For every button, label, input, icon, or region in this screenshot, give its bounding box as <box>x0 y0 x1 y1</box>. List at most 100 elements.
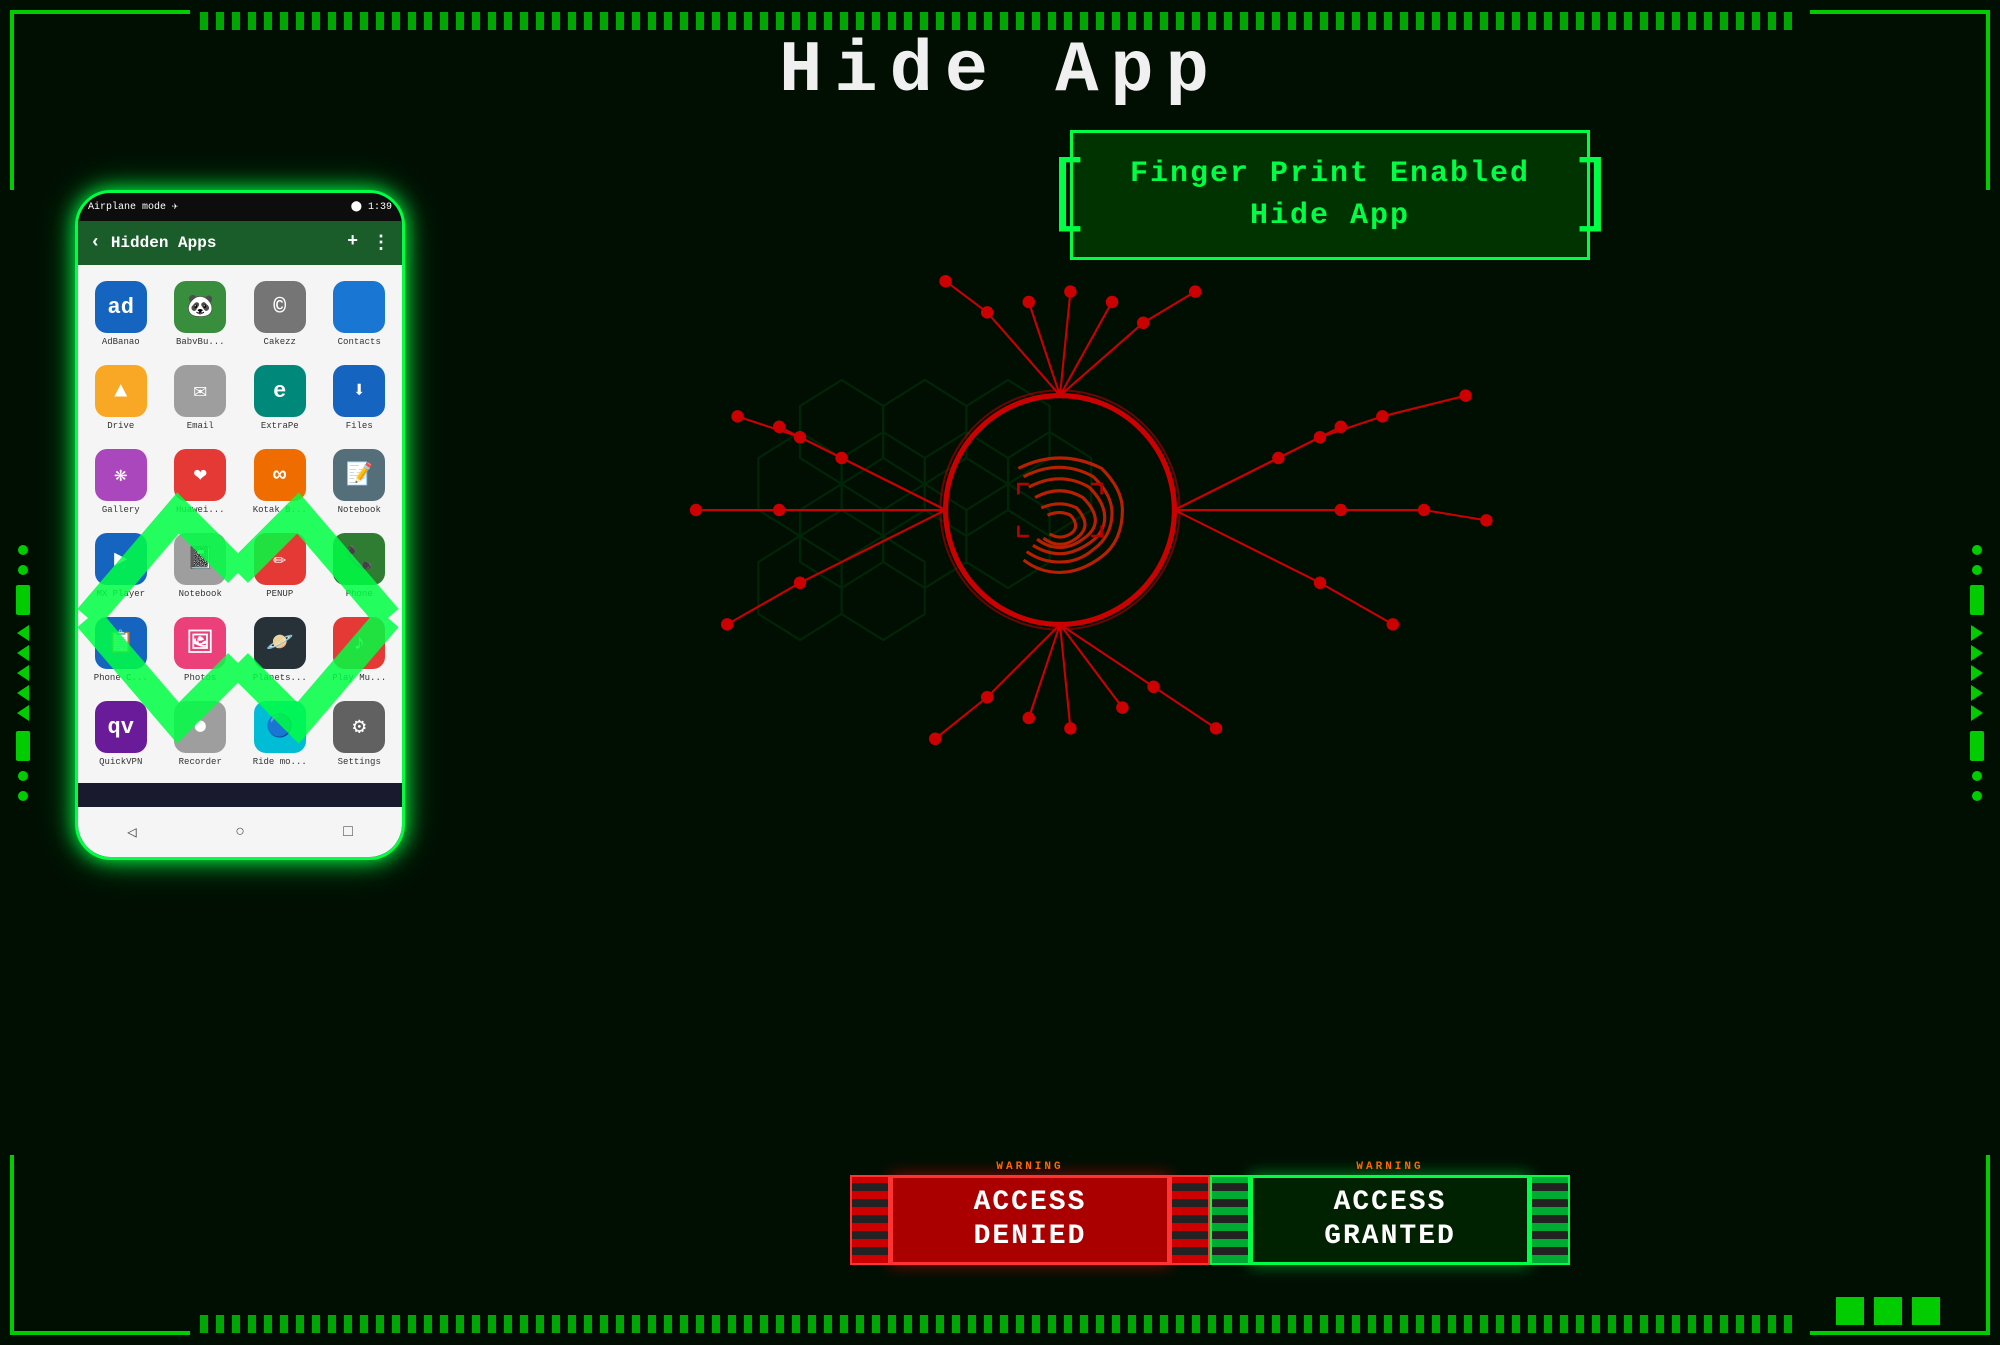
bottom-square-1 <box>1836 1297 1864 1325</box>
app-item[interactable]: 📞 Phone <box>321 525 399 607</box>
app-item[interactable]: ▲ Drive <box>82 357 160 439</box>
access-denied-text: ACCESS DENIED <box>974 1186 1087 1253</box>
app-grid: ad AdBanao 🐼 BabvBu... ©Cakezz 👤 Contacts ▲ Driv… <box>78 265 402 783</box>
app-item[interactable]: 🖼 Photos <box>162 609 240 691</box>
app-item[interactable]: 📓Notebook <box>162 525 240 607</box>
app-header-title: Hidden Apps <box>111 234 337 252</box>
top-strip-decoration <box>200 12 1800 30</box>
app-item[interactable]: 📝 Notebook <box>321 441 399 523</box>
app-icon: 🖼 <box>174 617 226 669</box>
app-icon: ✏ <box>254 533 306 585</box>
app-icon: 📋 <box>95 617 147 669</box>
app-label: Phone C... <box>94 673 148 683</box>
app-icon: 🔵 <box>254 701 306 753</box>
app-icon: ✉ <box>174 365 226 417</box>
app-label: Planets... <box>253 673 307 683</box>
app-label: Huawei... <box>176 505 225 515</box>
app-label: MX Player <box>96 589 145 599</box>
app-icon: ❤ <box>174 449 226 501</box>
access-granted-text: ACCESS GRANTED <box>1324 1186 1456 1253</box>
app-icon: © <box>254 281 306 333</box>
app-item[interactable]: ad AdBanao <box>82 273 160 355</box>
app-item[interactable]: 🔵 Ride mo... <box>241 693 319 775</box>
app-icon: e <box>254 365 306 417</box>
app-item[interactable]: ⬇ Files <box>321 357 399 439</box>
app-label: QuickVPN <box>99 757 142 767</box>
phone-mockup: Airplane mode ✈ ⬤ 1:39 ‹ Hidden Apps + ⋮… <box>60 140 420 1240</box>
app-item[interactable]: ♪ Play Mu... <box>321 609 399 691</box>
app-label: Play Mu... <box>332 673 386 683</box>
add-button[interactable]: + <box>347 232 358 254</box>
bottom-strip-decoration <box>200 1315 1800 1333</box>
app-icon: ad <box>95 281 147 333</box>
app-item[interactable]: ⏺ Recorder <box>162 693 240 775</box>
app-label: PENUP <box>266 589 293 599</box>
phone-screen-container: Airplane mode ✈ ⬤ 1:39 ‹ Hidden Apps + ⋮… <box>75 190 405 860</box>
app-label: Phone <box>346 589 373 599</box>
app-label: Recorder <box>179 757 222 767</box>
app-label: Contacts <box>338 337 381 347</box>
app-icon: ⬇ <box>333 365 385 417</box>
app-icon: ∞ <box>254 449 306 501</box>
app-label: Notebook <box>179 589 222 599</box>
app-item[interactable]: eExtraPe <box>241 357 319 439</box>
phone-screen: Airplane mode ✈ ⬤ 1:39 ‹ Hidden Apps + ⋮… <box>78 193 402 857</box>
app-icon: qv <box>95 701 147 753</box>
home-nav-button[interactable]: ○ <box>228 820 252 844</box>
access-denied-panel: WARNING ACCESS DENIED <box>880 1175 1180 1265</box>
app-item[interactable]: ❤ Huawei... <box>162 441 240 523</box>
app-label: BabvBu... <box>176 337 225 347</box>
app-icon: 👤 <box>333 281 385 333</box>
app-icon: ▲ <box>95 365 147 417</box>
app-item[interactable]: ∞ Kotak B... <box>241 441 319 523</box>
bottom-square-3 <box>1912 1297 1940 1325</box>
app-item[interactable]: ❋Gallery <box>82 441 160 523</box>
app-label: Files <box>346 421 373 431</box>
side-left-decoration <box>14 200 32 1145</box>
app-item[interactable]: ©Cakezz <box>241 273 319 355</box>
app-label: Photos <box>184 673 216 683</box>
app-item[interactable]: 🪐Planets... <box>241 609 319 691</box>
app-item[interactable]: ⚙ Settings <box>321 693 399 775</box>
navigation-bar: ◁ ○ □ <box>78 807 402 857</box>
access-panels-container: WARNING ACCESS DENIED WARNING <box>470 1175 1950 1265</box>
recent-nav-button[interactable]: □ <box>336 820 360 844</box>
menu-button[interactable]: ⋮ <box>372 232 390 254</box>
status-right: ⬤ 1:39 <box>351 201 392 213</box>
status-bar: Airplane mode ✈ ⬤ 1:39 <box>78 193 402 221</box>
access-denied-warning: WARNING <box>996 1161 1063 1173</box>
app-item[interactable]: ✉ Email <box>162 357 240 439</box>
bottom-squares-decoration <box>1836 1297 1940 1325</box>
side-right-decoration <box>1968 200 1986 1145</box>
app-item[interactable]: 🐼 BabvBu... <box>162 273 240 355</box>
app-item[interactable]: 👤 Contacts <box>321 273 399 355</box>
app-label: Drive <box>107 421 134 431</box>
app-item[interactable]: qv QuickVPN <box>82 693 160 775</box>
app-icon: 📞 <box>333 533 385 585</box>
app-label: Kotak B... <box>253 505 307 515</box>
app-item[interactable]: ✏ PENUP <box>241 525 319 607</box>
app-icon: 📝 <box>333 449 385 501</box>
app-icon: 🐼 <box>174 281 226 333</box>
app-label: Ride mo... <box>253 757 307 767</box>
app-icon: ⚙ <box>333 701 385 753</box>
app-header: ‹ Hidden Apps + ⋮ <box>78 221 402 265</box>
app-label: Settings <box>338 757 381 767</box>
fp-title-box: Finger Print Enabled Hide App <box>1070 130 1590 260</box>
back-nav-button[interactable]: ◁ <box>120 820 144 844</box>
app-icon: ⏺ <box>174 701 226 753</box>
status-left: Airplane mode ✈ <box>88 201 178 213</box>
header-actions: + ⋮ <box>347 232 390 254</box>
fp-title-text: Finger Print Enabled Hide App <box>1103 153 1557 237</box>
app-label: AdBanao <box>102 337 140 347</box>
right-panel: Finger Print Enabled Hide App <box>470 130 1950 1295</box>
back-button[interactable]: ‹ <box>90 233 101 253</box>
app-label: Email <box>187 421 214 431</box>
app-label: Notebook <box>338 505 381 515</box>
app-item[interactable]: 📋 Phone C... <box>82 609 160 691</box>
app-item[interactable]: ▶ MX Player <box>82 525 160 607</box>
app-icon: ▶ <box>95 533 147 585</box>
app-icon: ♪ <box>333 617 385 669</box>
app-label: Gallery <box>102 505 140 515</box>
bottom-square-2 <box>1874 1297 1902 1325</box>
